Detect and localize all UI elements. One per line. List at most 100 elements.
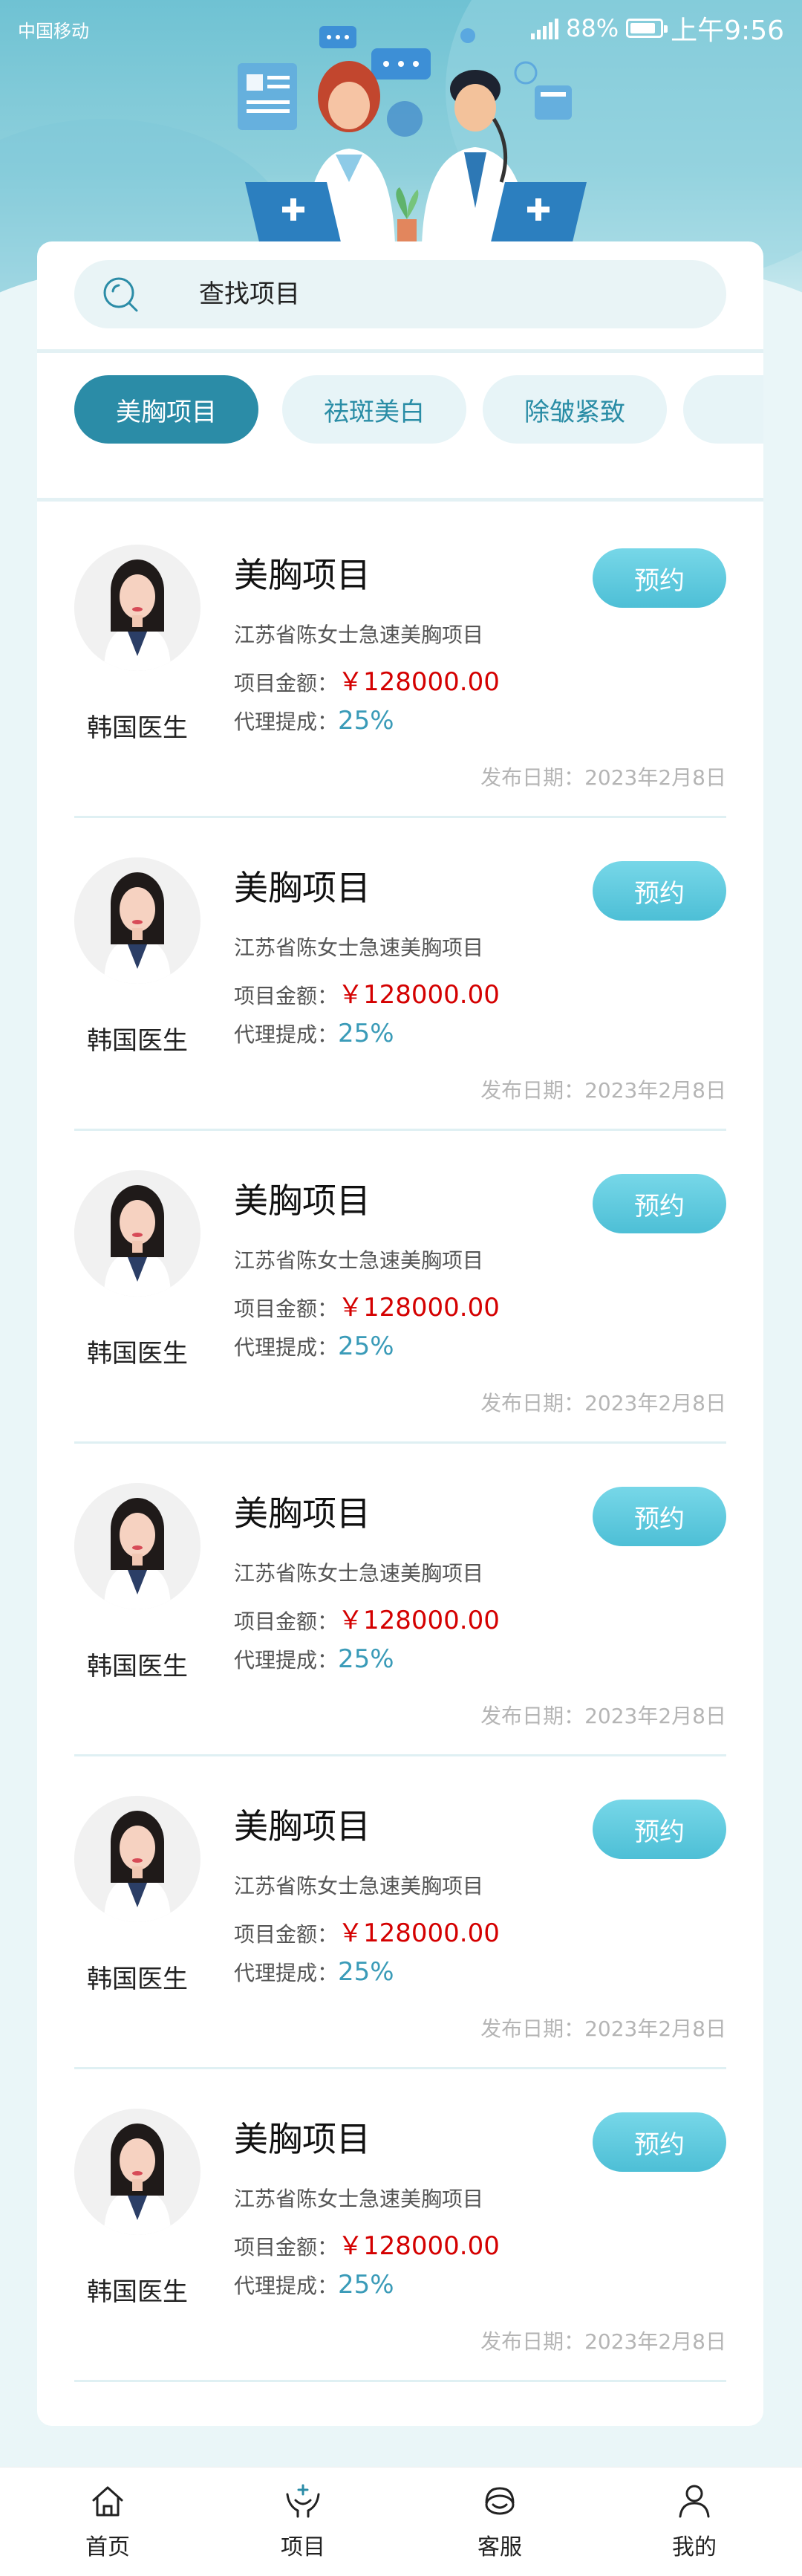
category-tabs: 美胸项目 祛斑美白 除皱紧致 眼	[37, 375, 763, 479]
item-description: 江苏省陈女士急速美胸项目	[234, 1561, 484, 1586]
item-title: 美胸项目	[234, 1181, 371, 1221]
doctor-name: 韩国医生	[87, 713, 188, 743]
item-description: 江苏省陈女士急速美胸项目	[234, 1874, 484, 1898]
tabs-divider	[37, 498, 763, 502]
amount-value: ￥128000.00	[338, 1293, 500, 1323]
doctor-name: 韩国医生	[87, 1965, 188, 1994]
amount-label: 项目金额：	[234, 1297, 339, 1321]
item-description: 江苏省陈女士急速美胸项目	[234, 2187, 484, 2211]
commission-label: 代理提成：	[234, 1022, 339, 1047]
date-value: 2023年2月8日	[584, 1078, 726, 1103]
doctor-photo	[74, 857, 200, 984]
battery-icon	[626, 19, 668, 38]
item-description: 江苏省陈女士急速美胸项目	[234, 935, 484, 960]
tab-freckle-whitening[interactable]: 祛斑美白	[282, 375, 466, 444]
amount-value: ￥128000.00	[338, 2231, 500, 2261]
amount-row: 项目金额：￥128000.00	[234, 1600, 500, 1636]
doctor-name: 韩国医生	[87, 1339, 188, 1369]
item-title: 美胸项目	[234, 1806, 371, 1846]
date-label: 发布日期：	[480, 2329, 585, 2354]
home-icon	[92, 2486, 123, 2517]
commission-label: 代理提成：	[234, 1961, 339, 1985]
nav-project[interactable]: 项目	[258, 2481, 348, 2561]
amount-row: 项目金额：￥128000.00	[234, 661, 500, 698]
commission-value: 25%	[338, 1957, 394, 1987]
publish-date: 发布日期：2023年2月8日	[480, 762, 726, 791]
item-title: 美胸项目	[234, 2119, 371, 2159]
project-list: 韩国医生 美胸项目 江苏省陈女士急速美胸项目 项目金额：￥128000.00 代…	[74, 505, 726, 2382]
commission-value: 25%	[338, 706, 394, 736]
book-button[interactable]: 预约	[593, 2112, 726, 2172]
item-title: 美胸项目	[234, 555, 371, 595]
publish-date: 发布日期：2023年2月8日	[480, 1074, 726, 1104]
project-item-4[interactable]: 韩国医生 美胸项目 江苏省陈女士急速美胸项目 项目金额：￥128000.00 代…	[74, 1444, 726, 1756]
book-button[interactable]: 预约	[593, 1174, 726, 1233]
status-bar: 中国移动 88% 上午9:56	[0, 0, 802, 59]
nav-customer-service-label: 客服	[477, 2534, 522, 2560]
nav-project-label: 项目	[281, 2534, 325, 2560]
carrier-name: 中国移动	[18, 21, 89, 42]
tab-wrinkle-firming[interactable]: 除皱紧致	[483, 375, 667, 444]
nav-home[interactable]: 首页	[63, 2481, 152, 2561]
book-button[interactable]: 预约	[593, 861, 726, 921]
amount-label: 项目金额：	[234, 1609, 339, 1634]
project-hands-icon	[286, 2484, 320, 2518]
bottom-nav: 首页 项目 客服 我的	[0, 2467, 802, 2576]
doctor-avatar	[74, 1796, 200, 1922]
doctor-avatar	[74, 1483, 200, 1609]
commission-row: 代理提成：25%	[234, 1019, 394, 1048]
publish-date: 发布日期：2023年2月8日	[480, 2326, 726, 2355]
date-label: 发布日期：	[480, 2017, 585, 2041]
amount-row: 项目金额：￥128000.00	[234, 2225, 500, 2262]
amount-row: 项目金额：￥128000.00	[234, 974, 500, 1010]
amount-value: ￥128000.00	[338, 1606, 500, 1635]
amount-value: ￥128000.00	[338, 1918, 500, 1948]
profile-icon	[679, 2485, 710, 2518]
book-button[interactable]: 预约	[593, 1800, 726, 1859]
nav-profile[interactable]: 我的	[650, 2481, 739, 2561]
battery-percentage: 88%	[566, 14, 619, 42]
amount-label: 项目金额：	[234, 671, 339, 695]
date-value: 2023年2月8日	[584, 1704, 726, 1728]
project-item-6[interactable]: 韩国医生 美胸项目 江苏省陈女士急速美胸项目 项目金额：￥128000.00 代…	[74, 2069, 726, 2382]
book-button[interactable]: 预约	[593, 1487, 726, 1546]
commission-row: 代理提成：25%	[234, 1331, 394, 1361]
doctor-photo	[74, 1796, 200, 1922]
commission-label: 代理提成：	[234, 1648, 339, 1673]
date-value: 2023年2月8日	[584, 2017, 726, 2041]
amount-row: 项目金额：￥128000.00	[234, 1912, 500, 1949]
amount-value: ￥128000.00	[338, 667, 500, 697]
date-label: 发布日期：	[480, 1078, 585, 1103]
amount-label: 项目金额：	[234, 1922, 339, 1947]
publish-date: 发布日期：2023年2月8日	[480, 2013, 726, 2043]
item-description: 江苏省陈女士急速美胸项目	[234, 1248, 484, 1273]
doctor-avatar	[74, 2109, 200, 2235]
doctor-photo	[74, 1170, 200, 1297]
publish-date: 发布日期：2023年2月8日	[480, 1700, 726, 1730]
search-input[interactable]	[199, 260, 711, 328]
commission-row: 代理提成：25%	[234, 2270, 394, 2300]
search-bar[interactable]	[74, 260, 726, 328]
date-value: 2023年2月8日	[584, 2329, 726, 2354]
doctor-avatar	[74, 545, 200, 671]
nav-customer-service[interactable]: 客服	[455, 2481, 544, 2561]
search-icon[interactable]	[101, 275, 140, 314]
doctor-photo	[74, 545, 200, 671]
book-button[interactable]: 预约	[593, 548, 726, 608]
project-item-5[interactable]: 韩国医生 美胸项目 江苏省陈女士急速美胸项目 项目金额：￥128000.00 代…	[74, 1756, 726, 2069]
commission-row: 代理提成：25%	[234, 1957, 394, 1987]
doctor-avatar	[74, 1170, 200, 1297]
project-item-1[interactable]: 韩国医生 美胸项目 江苏省陈女士急速美胸项目 项目金额：￥128000.00 代…	[74, 505, 726, 818]
item-description: 江苏省陈女士急速美胸项目	[234, 623, 484, 647]
project-item-3[interactable]: 韩国医生 美胸项目 江苏省陈女士急速美胸项目 项目金额：￥128000.00 代…	[74, 1131, 726, 1444]
tab-breast[interactable]: 美胸项目	[74, 375, 258, 444]
project-item-2[interactable]: 韩国医生 美胸项目 江苏省陈女士急速美胸项目 项目金额：￥128000.00 代…	[74, 818, 726, 1131]
search-divider	[37, 349, 763, 353]
tab-eye[interactable]: 眼	[683, 375, 763, 444]
commission-value: 25%	[338, 1644, 394, 1674]
amount-row: 项目金额：￥128000.00	[234, 1287, 500, 1323]
item-title: 美胸项目	[234, 1493, 371, 1534]
date-value: 2023年2月8日	[584, 765, 726, 790]
amount-label: 项目金额：	[234, 2235, 339, 2259]
battery-level-fill	[630, 23, 656, 33]
